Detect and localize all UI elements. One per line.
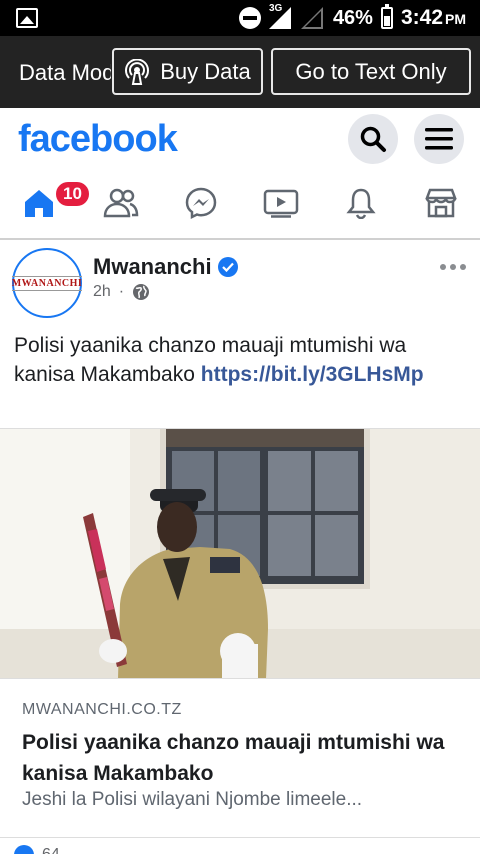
bell-icon [346,188,376,219]
battery-percent: 46% [332,6,373,29]
post-meta: 2h · [93,283,150,301]
facebook-logo[interactable]: facebook [18,118,178,161]
link-preview-card[interactable]: MWANANCHI.CO.TZ Polisi yaanika chanzo ma… [0,678,480,838]
text-only-button[interactable]: Go to Text Only [271,48,471,95]
post-link[interactable]: https://bit.ly/3GLHsMp [201,363,424,386]
reaction-summary[interactable]: 64 [14,845,60,854]
search-icon [360,126,386,152]
menu-button[interactable] [414,114,464,164]
verified-badge-icon [217,257,238,277]
buy-data-label: Buy Data [160,58,251,84]
more-options-button[interactable] [440,264,466,270]
notification-badge: 10 [54,180,91,208]
hamburger-icon [425,128,453,150]
clock: 3:42 PM [401,6,466,30]
meta-separator: · [118,283,125,300]
tab-messenger[interactable] [178,180,224,226]
tab-watch[interactable] [258,180,304,226]
video-icon [263,189,299,218]
link-domain: MWANANCHI.CO.TZ [22,701,182,718]
link-title: Polisi yaanika chanzo mauaji mtumishi wa… [22,731,445,785]
buy-data-button[interactable]: Buy Data [112,48,263,95]
clock-ampm: PM [445,11,466,27]
tab-marketplace[interactable] [418,180,464,226]
tab-home[interactable]: 10 [16,180,91,226]
tab-friends[interactable] [98,180,144,226]
friends-icon [103,188,139,218]
do-not-disturb-icon [238,7,261,29]
post-text: Polisi yaanika chanzo mauaji mtumishi wa… [14,331,469,389]
link-description: Jeshi la Polisi wilayani Njombe limeele.… [22,789,363,810]
clock-time: 3:42 [400,6,443,29]
like-reaction-icon [14,845,34,854]
post-time[interactable]: 2h [93,283,111,301]
avatar[interactable]: MWANANCHI [11,248,83,318]
battery-icon [380,4,393,29]
news-feed-post: MWANANCHI Mwananchi 2h · Polisi yaanika … [0,242,480,854]
reaction-count: 64 [42,846,60,854]
globe-icon [133,284,150,300]
post-image[interactable] [0,428,480,678]
status-bar: 3G 46% 3:42 PM [0,0,480,36]
broadcast-icon [124,58,150,85]
search-button[interactable] [348,114,398,164]
secondary-signal-icon [300,7,325,29]
status-icons: 3G 46% 3:42 PM [238,3,466,31]
data-mode-label: Data Mode [19,60,111,85]
home-icon [25,190,53,217]
author-name: Mwananchi [93,254,212,279]
facebook-header: facebook 10 [0,108,480,240]
avatar-logo-text: MWANANCHI [11,275,83,291]
cell-signal-icon: 3G [268,3,293,29]
messenger-icon [185,187,217,220]
network-type: 3G [268,3,283,14]
data-mode-bar: Data Mode Buy Data Go to Text Only [0,36,480,108]
nav-tabs: 10 [0,180,480,226]
tab-notifications[interactable] [338,180,384,226]
gallery-notification-icon [16,8,38,28]
post-author[interactable]: Mwananchi [93,254,238,280]
marketplace-icon [425,188,457,218]
text-only-label: Go to Text Only [295,58,447,84]
